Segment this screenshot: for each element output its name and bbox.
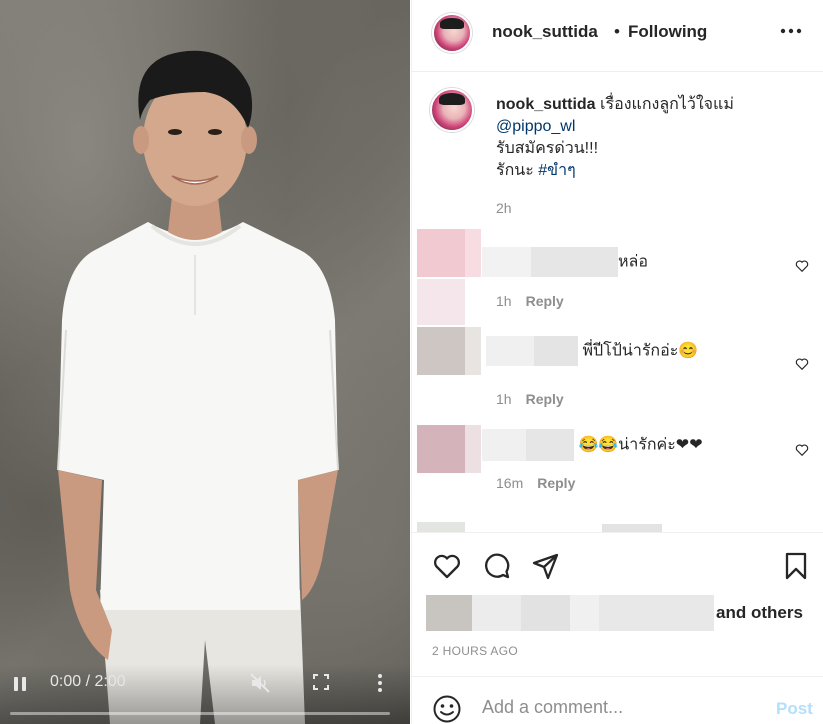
video-more-button[interactable] [374,673,386,693]
caption-text: nook_suttida เรื่องแกงลูกไว้ใจแม่ @pippo… [496,94,806,182]
caption-line3: รักนะ [496,162,534,179]
post-header: nook_suttida • Following [412,0,823,72]
caption-avatar[interactable] [430,88,474,132]
video-time: 0:00 / 2:00 [50,673,126,690]
comment-body: หล่อ [482,247,648,277]
author-avatar[interactable] [432,13,472,53]
post-sidebar: nook_suttida • Following nook_suttida เร… [411,0,823,724]
comment-time: 1h [496,293,512,309]
fullscreen-icon [313,674,329,690]
video-frame-person [57,50,339,724]
more-vertical-icon [378,674,382,692]
share-icon[interactable] [531,551,561,581]
caption-username[interactable]: nook_suttida [496,96,596,113]
muted-speaker-icon [250,673,270,693]
reply-button[interactable]: Reply [526,391,564,407]
likes-others-text[interactable]: and others [716,603,803,623]
comment-text: หล่อ [618,253,648,271]
comment-time: 16m [496,475,524,491]
comment-time: 1h [496,391,512,407]
author-username[interactable]: nook_suttida [492,22,598,42]
comment-meta: 1h Reply [496,391,564,407]
reply-button[interactable]: Reply [537,475,575,491]
comment-item: พี่ปีโป้น่ารักอ่ะ😊 1h Reply [412,327,823,422]
pause-button[interactable] [12,675,28,693]
post-actions: and others 2 HOURS AGO [412,532,823,674]
post-timestamp[interactable]: 2 HOURS AGO [432,644,518,658]
emoji-icon[interactable] [432,694,462,724]
comment-username-blurred[interactable] [482,247,618,277]
liker-avatars-blurred [426,595,714,631]
caption-mention[interactable]: @pippo_wl [496,118,575,135]
comment-avatar-blurred[interactable] [417,327,481,375]
header-separator: • [614,22,620,41]
likes-summary[interactable]: and others [426,595,816,631]
post-options-button[interactable] [780,19,802,45]
comment-text: 😂😂น่ารักค่ะ❤❤ [578,436,703,454]
comment-item: 😂😂น่ารักค่ะ❤❤ 16m Reply [412,425,823,520]
video-player[interactable]: 0:00 / 2:00 [0,0,410,724]
more-horizontal-icon [780,28,802,34]
caption-hashtag[interactable]: #ขำๆ [538,162,575,179]
comment-avatar-blurred[interactable] [417,229,481,325]
comment-item-partial [412,520,823,532]
mute-button[interactable] [249,672,271,694]
following-button[interactable]: Following [628,22,707,42]
comment-like-icon[interactable] [795,259,809,273]
comment-item: หล่อ 1h Reply [412,229,823,325]
comment-avatar-blurred[interactable] [417,425,481,473]
comment-like-icon[interactable] [795,443,809,457]
post-comment-button[interactable]: Post [776,699,813,719]
comment-username-blurred[interactable] [482,429,574,461]
bookmark-icon[interactable] [781,551,811,581]
fullscreen-button[interactable] [312,673,330,691]
comment-icon[interactable] [482,551,512,581]
caption-line1: เรื่องแกงลูกไว้ใจแม่ [600,96,734,113]
comment-meta: 1h Reply [496,293,564,309]
add-comment-bar: Post [412,676,823,724]
caption-time: 2h [496,200,512,216]
comment-body: 😂😂น่ารักค่ะ❤❤ [482,429,703,461]
comment-body: พี่ปีโป้น่ารักอ่ะ😊 [486,336,698,366]
comment-username-blurred[interactable] [486,336,578,366]
comment-input[interactable] [482,697,762,718]
comment-meta: 16m Reply [496,475,575,491]
video-progress-bar[interactable] [10,712,390,715]
reply-button[interactable]: Reply [526,293,564,309]
comment-text: พี่ปีโป้น่ารักอ่ะ😊 [582,342,699,360]
heart-icon[interactable] [432,551,462,581]
comment-like-icon[interactable] [795,357,809,371]
caption-line2: รับสมัครด่วน!!! [496,140,599,157]
